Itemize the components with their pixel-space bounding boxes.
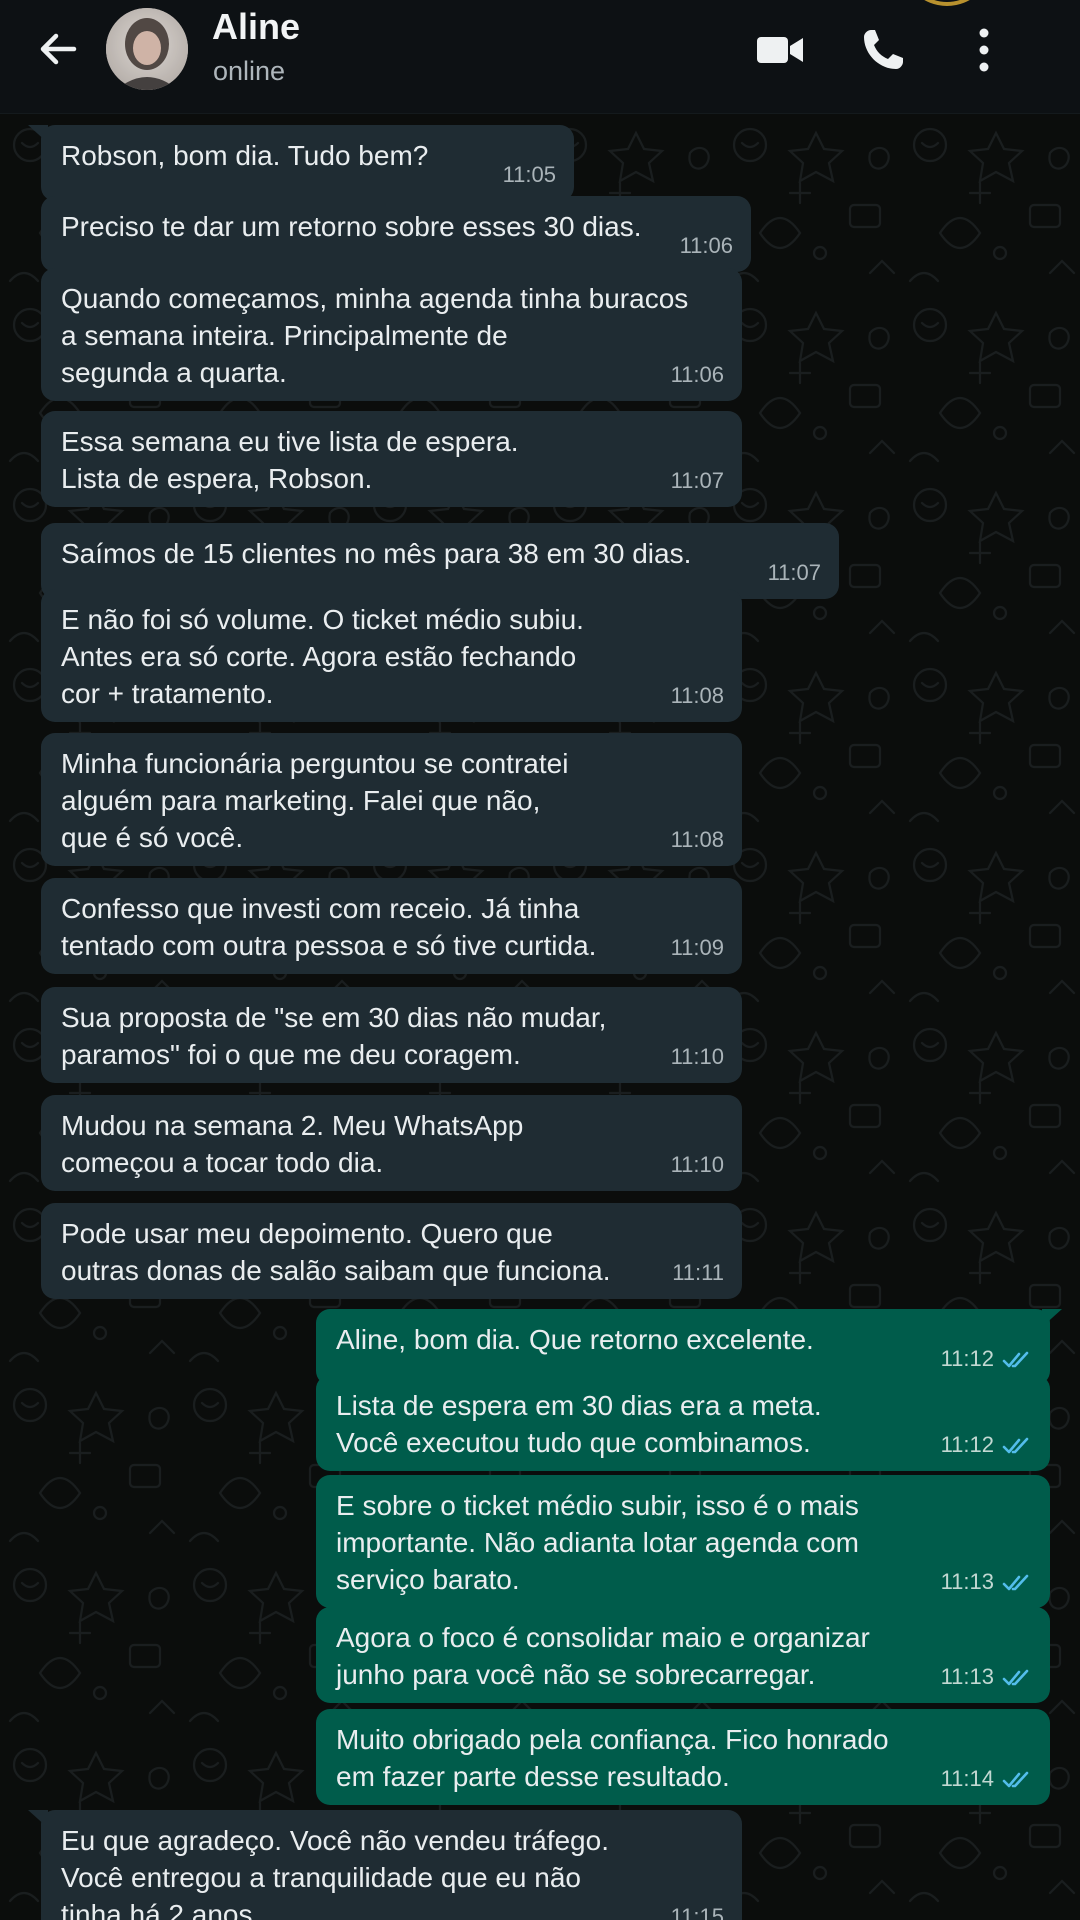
message-time: 11:06	[671, 356, 724, 393]
incoming-message[interactable]: Confesso que investi com receio. Já tinh…	[41, 878, 742, 974]
message-time: 11:10	[671, 1146, 724, 1183]
message-time: 11:06	[680, 227, 733, 264]
message-time: 11:08	[671, 821, 724, 858]
message-time: 11:12	[941, 1426, 1032, 1463]
incoming-message[interactable]: Pode usar meu depoimento. Quero que outr…	[41, 1203, 742, 1299]
message-time: 11:10	[671, 1038, 724, 1075]
message-time: 11:15	[671, 1898, 724, 1920]
double-check-icon	[1002, 1437, 1029, 1454]
message-time: 11:12	[941, 1340, 1032, 1377]
message-text: Muito obrigado pela confiança. Fico honr…	[336, 1724, 889, 1792]
message-timestamp: 11:11	[672, 1260, 724, 1285]
message-text: Essa semana eu tive lista de espera. Lis…	[61, 426, 519, 494]
message-text: Saímos de 15 clientes no mês para 38 em …	[61, 538, 692, 569]
message-timestamp: 11:10	[670, 1152, 724, 1177]
message-list: Robson, bom dia. Tudo bem? 11:05 Preciso t…	[0, 113, 1080, 1920]
message-time: 11:07	[671, 462, 724, 499]
avatar-photo	[106, 8, 188, 90]
message-text: Sua proposta de "se em 30 dias não mudar…	[61, 1002, 607, 1070]
message-text: E sobre o ticket médio subir, isso é o m…	[336, 1490, 859, 1595]
incoming-message[interactable]: Essa semana eu tive lista de espera. Lis…	[41, 411, 742, 507]
outgoing-message[interactable]: E sobre o ticket médio subir, isso é o m…	[316, 1475, 1050, 1608]
message-text: Preciso te dar um retorno sobre esses 30…	[61, 211, 642, 242]
incoming-message[interactable]: Sua proposta de "se em 30 dias não mudar…	[41, 987, 742, 1083]
message-text: Aline, bom dia. Que retorno excelente.	[336, 1324, 814, 1355]
incoming-message[interactable]: Eu que agradeço. Você não vendeu tráfego…	[41, 1810, 742, 1920]
message-timestamp: 11:06	[670, 362, 724, 387]
message-timestamp: 11:08	[670, 827, 724, 852]
message-text: Agora o foco é consolidar maio e organiz…	[336, 1622, 870, 1690]
phone-icon[interactable]	[857, 24, 909, 76]
double-check-icon	[1002, 1351, 1029, 1368]
message-text: Minha funcionária perguntou se contratei…	[61, 748, 569, 853]
double-check-icon	[1002, 1669, 1029, 1686]
message-time: 11:05	[503, 156, 556, 193]
incoming-message[interactable]: E não foi só volume. O ticket médio subi…	[41, 589, 742, 722]
message-timestamp: 11:07	[767, 560, 821, 585]
chat-area[interactable]: Robson, bom dia. Tudo bem? 11:05 Preciso t…	[0, 113, 1080, 1920]
message-time: 11:13	[941, 1658, 1032, 1695]
incoming-message[interactable]: Minha funcionária perguntou se contratei…	[41, 733, 742, 866]
message-time: 11:14	[941, 1760, 1032, 1797]
message-text: Eu que agradeço. Você não vendeu tráfego…	[61, 1825, 609, 1920]
double-check-icon	[1002, 1574, 1029, 1591]
incoming-message[interactable]: Preciso te dar um retorno sobre esses 30…	[41, 196, 751, 272]
video-camera-icon[interactable]	[754, 24, 806, 76]
bubble-tail-in	[28, 125, 48, 143]
outgoing-message[interactable]: Lista de espera em 30 dias era a meta. V…	[316, 1375, 1050, 1471]
emblem-logo	[924, 0, 970, 6]
message-timestamp: 11:13	[940, 1664, 994, 1689]
contact-name[interactable]: Aline	[212, 6, 300, 48]
bubble-tail-out	[1042, 1309, 1062, 1327]
message-timestamp: 11:07	[670, 468, 724, 493]
message-timestamp: 11:12	[940, 1432, 994, 1457]
message-time: 11:11	[672, 1254, 724, 1291]
more-vertical-icon[interactable]	[958, 24, 1010, 76]
outgoing-message[interactable]: Muito obrigado pela confiança. Fico honr…	[316, 1709, 1050, 1805]
arrow-left-icon[interactable]	[34, 25, 82, 73]
incoming-message[interactable]: Saímos de 15 clientes no mês para 38 em …	[41, 523, 839, 599]
avatar[interactable]	[106, 8, 188, 90]
message-text: Confesso que investi com receio. Já tinh…	[61, 893, 597, 961]
message-text: Pode usar meu depoimento. Quero que outr…	[61, 1218, 611, 1286]
contact-status: online	[213, 56, 286, 86]
outgoing-message[interactable]: Aline, bom dia. Que retorno excelente. 11…	[316, 1309, 1050, 1385]
outgoing-message[interactable]: Agora o foco é consolidar maio e organiz…	[316, 1607, 1050, 1703]
message-time: 11:08	[671, 677, 724, 714]
message-text: E não foi só volume. O ticket médio subi…	[61, 604, 584, 709]
message-timestamp: 11:14	[940, 1766, 994, 1791]
message-timestamp: 11:13	[940, 1569, 994, 1594]
message-timestamp: 11:06	[679, 233, 733, 258]
message-time: 11:07	[768, 554, 821, 591]
message-text: Mudou na semana 2. Meu WhatsApp começou …	[61, 1110, 524, 1178]
double-check-icon	[1002, 1771, 1029, 1788]
message-text: Lista de espera em 30 dias era a meta. V…	[336, 1390, 822, 1458]
message-timestamp: 11:15	[670, 1904, 724, 1920]
chat-header: Aline online	[0, 0, 1080, 114]
message-timestamp: 11:08	[670, 683, 724, 708]
message-timestamp: 11:05	[502, 162, 556, 187]
incoming-message[interactable]: Quando começamos, minha agenda tinha bur…	[41, 268, 742, 401]
incoming-message[interactable]: Robson, bom dia. Tudo bem? 11:05	[41, 125, 574, 201]
message-time: 11:09	[671, 929, 724, 966]
message-timestamp: 11:12	[940, 1346, 994, 1371]
message-timestamp: 11:09	[670, 935, 724, 960]
incoming-message[interactable]: Mudou na semana 2. Meu WhatsApp começou …	[41, 1095, 742, 1191]
bubble-tail-in	[28, 1810, 48, 1828]
message-text: Quando começamos, minha agenda tinha bur…	[61, 283, 689, 388]
message-text: Robson, bom dia. Tudo bem?	[61, 140, 429, 171]
message-timestamp: 11:10	[670, 1044, 724, 1069]
message-time: 11:13	[941, 1563, 1032, 1600]
